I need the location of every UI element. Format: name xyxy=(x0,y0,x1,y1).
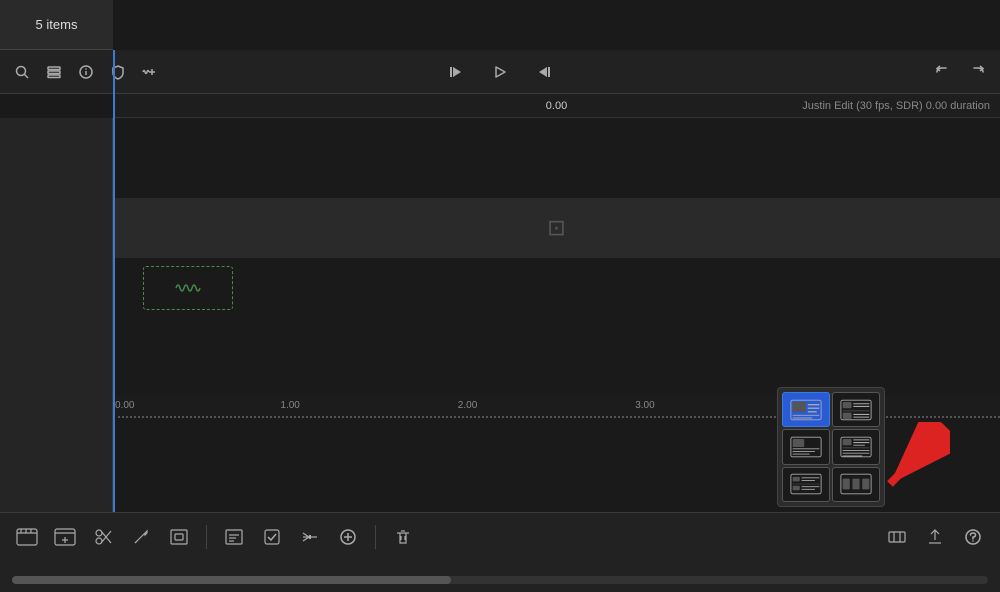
scrollbar-thumb[interactable] xyxy=(12,576,451,584)
view-options-popup[interactable] xyxy=(777,387,885,507)
audio-clip[interactable] xyxy=(143,266,233,310)
bottom-icons-row xyxy=(0,513,1000,561)
bottom-toolbar xyxy=(0,512,1000,592)
empty-track-icon: ⊡ xyxy=(547,215,565,241)
redo-button[interactable] xyxy=(964,58,992,86)
skip-to-end-button[interactable] xyxy=(530,58,558,86)
popup-view-large-icon[interactable] xyxy=(782,392,830,427)
ruler-mark-2: 2.00 xyxy=(458,400,477,411)
skip-to-start-button[interactable] xyxy=(442,58,470,86)
checkbox-button[interactable] xyxy=(257,522,287,552)
export-button[interactable] xyxy=(920,522,950,552)
blade-button[interactable] xyxy=(88,522,118,552)
search-button[interactable] xyxy=(8,58,36,86)
play-button[interactable] xyxy=(486,58,514,86)
video-track: ⊡ xyxy=(113,198,1000,258)
shield-button[interactable] xyxy=(104,58,132,86)
left-panel xyxy=(0,118,113,512)
add-button[interactable] xyxy=(333,522,363,552)
undo-button[interactable] xyxy=(928,58,956,86)
playback-controls xyxy=(442,58,558,86)
ruler-mark-0: 0.00 xyxy=(115,400,134,411)
add-clip-button[interactable] xyxy=(50,522,80,552)
pen-button[interactable] xyxy=(126,522,156,552)
history-controls xyxy=(928,58,992,86)
clip-button[interactable] xyxy=(12,522,42,552)
popup-view-compact-icon[interactable] xyxy=(782,467,830,502)
transform-button[interactable] xyxy=(164,522,194,552)
separator-1 xyxy=(206,525,207,549)
timecode-bar: 0.00 Justin Edit (30 fps, SDR) 0.00 dura… xyxy=(113,94,1000,118)
timecode-display: 0.00 xyxy=(546,100,567,112)
timeline-scrollbar[interactable] xyxy=(12,576,988,584)
edit-info: Justin Edit (30 fps, SDR) 0.00 duration xyxy=(802,100,990,112)
ruler-mark-3: 3.00 xyxy=(635,400,654,411)
waveform-plus-button[interactable] xyxy=(136,58,164,86)
toolbar xyxy=(0,50,1000,94)
playhead[interactable] xyxy=(113,118,115,512)
items-count-label: 5 items xyxy=(36,17,78,32)
items-count-bar: 5 items xyxy=(0,0,113,50)
ruler-mark-1: 1.00 xyxy=(280,400,299,411)
popup-view-medium-icon[interactable] xyxy=(782,429,830,464)
separator-2 xyxy=(375,525,376,549)
delete-button[interactable] xyxy=(388,522,418,552)
list-view-button[interactable] xyxy=(40,58,68,86)
help-button[interactable] xyxy=(958,522,988,552)
info-button[interactable] xyxy=(72,58,100,86)
text-button[interactable] xyxy=(219,522,249,552)
cut-button[interactable] xyxy=(295,522,325,552)
red-arrow-indicator xyxy=(870,422,950,502)
resize-button[interactable] xyxy=(882,522,912,552)
playhead-top xyxy=(113,50,115,120)
